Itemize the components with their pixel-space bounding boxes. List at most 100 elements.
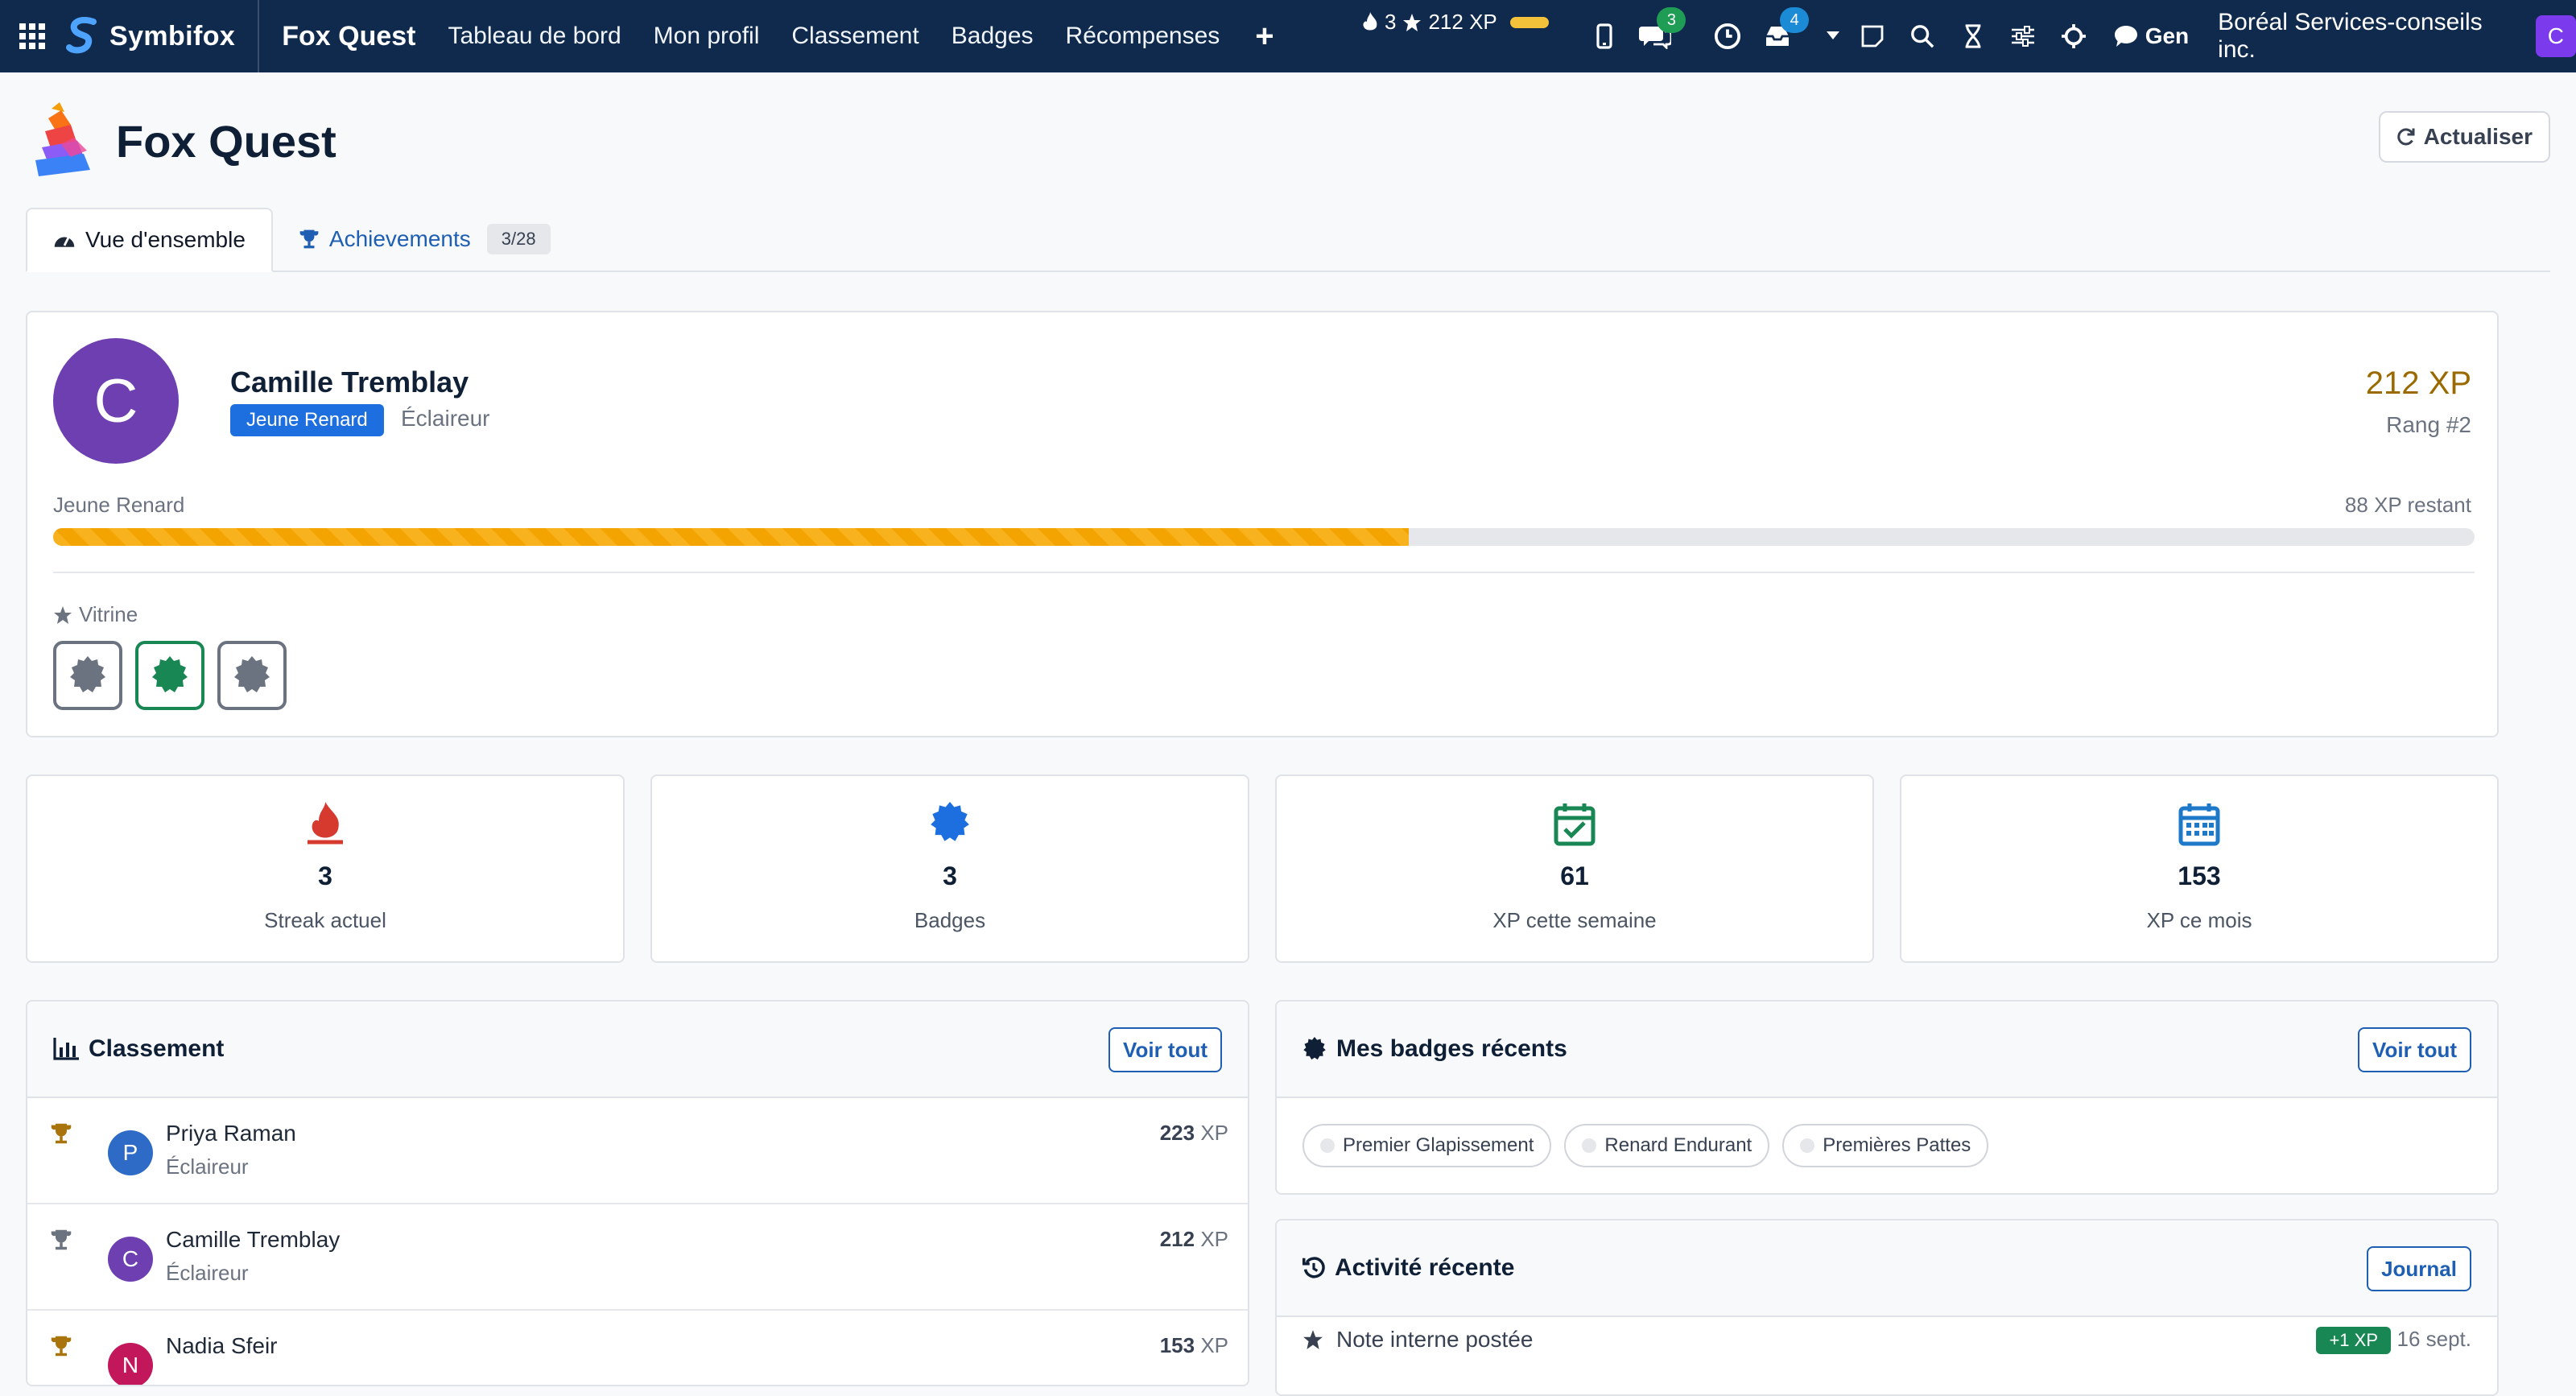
menu-item-rewards[interactable]: Récompenses <box>1050 23 1236 50</box>
rank-name: Éclaireur <box>401 406 490 431</box>
stat-card-streak: 3 Streak actuel <box>26 774 625 963</box>
sliders-icon[interactable] <box>2004 17 2041 56</box>
menu-item-dashboard[interactable]: Tableau de bord <box>431 23 637 50</box>
top-navbar: Symbifox Fox Quest Tableau de bord Mon p… <box>0 0 2576 72</box>
xp-mini-bar <box>1509 16 1549 28</box>
leaderboard-header: Classement Voir tout <box>27 1002 1248 1098</box>
inbox-icon[interactable]: 4 <box>1759 7 1810 56</box>
tab-bar: Vue d'ensemble Achievements 3/28 <box>26 208 2550 272</box>
badges-see-all-button[interactable]: Voir tout <box>2358 1027 2471 1072</box>
refresh-icon <box>2396 128 2415 146</box>
mobile-icon[interactable] <box>1586 17 1623 56</box>
leaderboard-title: Classement <box>53 1035 224 1063</box>
activity-count-badge: 4 <box>1780 7 1810 33</box>
app-title[interactable]: Fox Quest <box>282 21 415 52</box>
page-header: Fox Quest Actualiser <box>0 72 2576 209</box>
profile-card: C Camille Tremblay Jeune Renard Éclaireu… <box>26 311 2499 737</box>
tab-achievements[interactable]: Achievements 3/28 <box>273 208 576 271</box>
caret-down-icon[interactable] <box>1826 17 1841 56</box>
progress-remaining: 88 XP restant <box>2344 493 2471 517</box>
xp-progress-fill <box>53 528 1410 546</box>
add-icon[interactable]: + <box>1236 19 1293 55</box>
menu-item-badges[interactable]: Badges <box>935 23 1050 50</box>
leaderboard-row[interactable]: P Priya Raman Éclaireur 223 XP <box>27 1098 1248 1204</box>
clock-icon[interactable] <box>1709 17 1746 56</box>
user-avatar[interactable]: C <box>2535 15 2576 57</box>
chip-dot <box>1800 1138 1815 1153</box>
refresh-button[interactable]: Actualiser <box>2378 111 2550 163</box>
achievements-count-badge: 3/28 <box>486 224 551 254</box>
avatar: N <box>108 1343 153 1385</box>
badge-chip[interactable]: Premier Glapissement <box>1302 1124 1552 1167</box>
divider <box>53 572 2475 573</box>
recent-activity-header: Activité récente Journal <box>1277 1220 2497 1317</box>
leaderboard-rank: Éclaireur <box>166 1261 249 1285</box>
stat-card-week-xp: 61 XP cette semaine <box>1275 774 1874 963</box>
recent-activity-panel: Activité récente Journal Note interne po… <box>1275 1219 2499 1396</box>
leaderboard-see-all-button[interactable]: Voir tout <box>1108 1027 1222 1072</box>
progress-level-label: Jeune Renard <box>53 493 185 517</box>
gen-assistant-button[interactable]: Gen <box>2114 23 2189 49</box>
apps-menu-icon[interactable] <box>0 0 64 72</box>
chip-dot <box>1582 1138 1597 1153</box>
profile-rank: Rang #2 <box>2386 412 2471 437</box>
xp-indicator[interactable]: 3 212 XP <box>1362 10 1549 35</box>
flame-icon <box>27 802 623 850</box>
leaderboard-row[interactable]: C Camille Tremblay Éclaireur 212 XP <box>27 1204 1248 1311</box>
symbifox-logo-icon <box>66 17 97 54</box>
stat-card-badges: 3 Badges <box>650 774 1249 963</box>
badge-chip-label: Premières Pattes <box>1823 1134 1971 1156</box>
calendar-check-icon <box>1277 802 1872 850</box>
activity-text: Note interne postée <box>1302 1327 1533 1353</box>
recent-badges-header: Mes badges récents Voir tout <box>1277 1002 2497 1098</box>
xp-total: 212 XP <box>1428 10 1497 34</box>
xp-value: 223 <box>1159 1121 1195 1145</box>
vitrine-slot[interactable] <box>135 641 204 710</box>
recent-activity-title-text: Activité récente <box>1335 1254 1515 1281</box>
tab-overview[interactable]: Vue d'ensemble <box>26 208 273 272</box>
search-icon[interactable] <box>1904 17 1941 56</box>
activity-xp-badge: +1 XP <box>2316 1327 2391 1354</box>
xp-progress-bar <box>53 528 2475 546</box>
hourglass-icon[interactable] <box>1955 17 1992 56</box>
note-icon[interactable] <box>1854 17 1891 56</box>
badge-chip[interactable]: Premières Pattes <box>1782 1124 1989 1167</box>
leaderboard-xp: 223 XP <box>1160 1121 1228 1146</box>
trophy-icon <box>299 229 319 249</box>
menu-item-leaderboard[interactable]: Classement <box>775 23 935 50</box>
flame-icon <box>1363 11 1377 30</box>
badge-chip[interactable]: Renard Endurant <box>1564 1124 1770 1167</box>
vitrine-slot[interactable] <box>217 641 287 710</box>
history-icon <box>1302 1257 1325 1278</box>
vitrine-label: Vitrine <box>79 602 138 626</box>
profile-avatar: C <box>53 338 179 464</box>
badge-icon <box>652 802 1248 850</box>
menu-item-profile[interactable]: Mon profil <box>638 23 776 50</box>
brand-logo[interactable]: Symbifox <box>64 0 260 72</box>
brand-name: Symbifox <box>109 20 236 52</box>
badge-seal-icon <box>70 656 105 692</box>
trophy-icon <box>51 1336 72 1357</box>
xp-value: 153 <box>1159 1333 1195 1357</box>
streak-count: 3 <box>1385 10 1397 34</box>
activity-description: Note interne postée <box>1336 1327 1534 1352</box>
stat-value: 61 <box>1560 861 1589 890</box>
fox-quest-logo-icon <box>35 102 90 176</box>
leaderboard-xp: 212 XP <box>1160 1227 1228 1252</box>
settings-gear-icon[interactable] <box>2054 17 2091 56</box>
vitrine-header: Vitrine <box>53 602 138 627</box>
stat-label: Badges <box>914 908 986 932</box>
star-icon <box>54 605 72 624</box>
journal-button[interactable]: Journal <box>2367 1246 2471 1291</box>
page-title: Fox Quest <box>116 115 336 167</box>
badge-chip-label: Premier Glapissement <box>1343 1134 1534 1156</box>
avatar: C <box>108 1237 153 1282</box>
company-switcher[interactable]: Boréal Services-conseils inc. <box>2218 9 2516 64</box>
chat-icon[interactable]: 3 <box>1636 7 1686 56</box>
leaderboard-name: Priya Raman <box>166 1121 296 1146</box>
avatar: P <box>108 1130 153 1175</box>
stat-value: 3 <box>943 861 957 890</box>
vitrine-slot[interactable] <box>53 641 122 710</box>
leaderboard-row[interactable]: N Nadia Sfeir 153 XP <box>27 1311 1248 1385</box>
stat-value: 3 <box>318 861 332 890</box>
